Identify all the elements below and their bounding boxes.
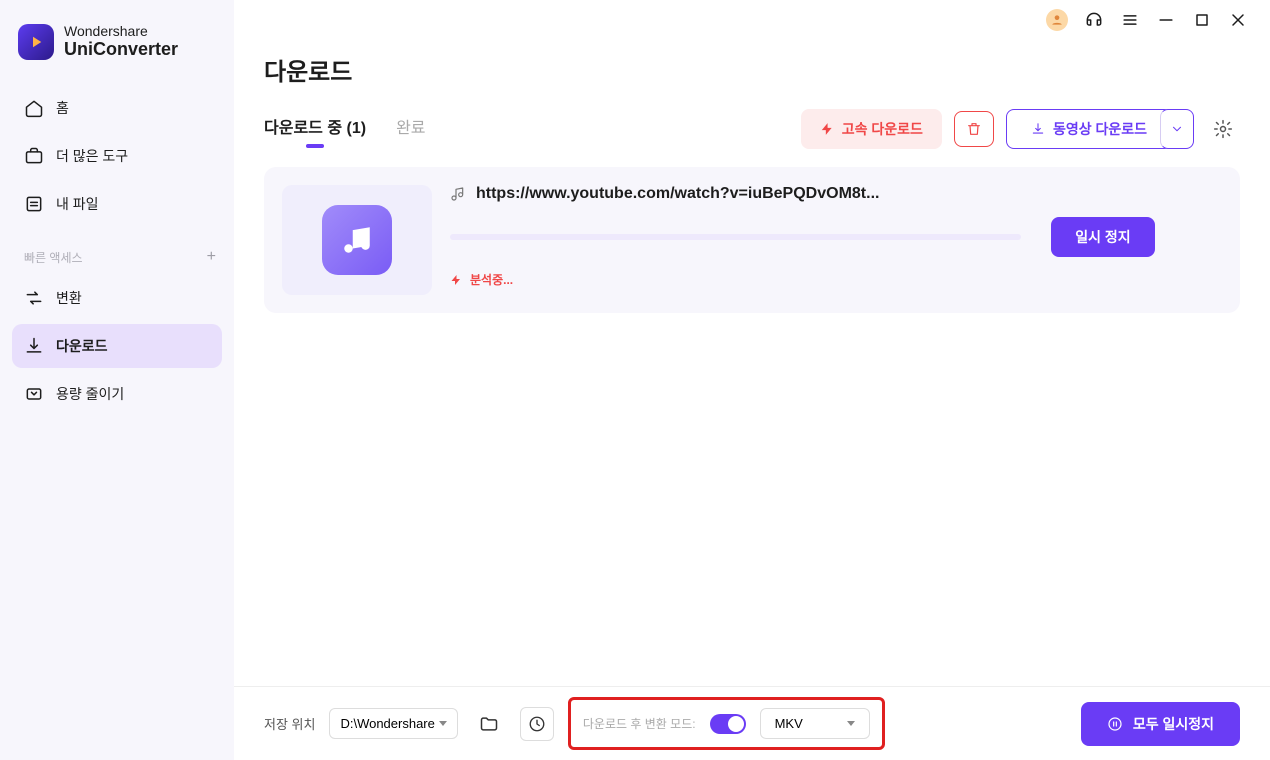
save-path-select[interactable]: D:\Wondershare	[329, 708, 457, 739]
item-status: 분석중...	[450, 271, 1222, 288]
sidebar-item-label: 용량 줄이기	[56, 384, 124, 404]
menu-icon[interactable]	[1120, 10, 1140, 30]
pause-all-label: 모두 일시정지	[1133, 714, 1214, 734]
tab-done-label: 완료	[396, 120, 425, 137]
sidebar-section-quick-access: 빠른 액세스 +	[0, 232, 234, 270]
sidebar-item-compress[interactable]: 용량 줄이기	[12, 372, 222, 416]
caret-down-icon	[847, 721, 855, 726]
brand-line1: Wondershare	[64, 24, 178, 39]
content: 다운로드 다운로드 중 (1) 완료 고속 다운로드	[234, 40, 1270, 686]
sidebar-item-label: 내 파일	[56, 194, 99, 214]
quick-access-label: 빠른 액세스	[24, 249, 83, 266]
pause-all-button[interactable]: 모두 일시정지	[1081, 702, 1240, 746]
lightning-small-icon	[450, 274, 462, 286]
item-url: https://www.youtube.com/watch?v=iuBePQDv…	[476, 185, 879, 203]
home-icon	[24, 98, 44, 118]
lightning-icon	[820, 122, 834, 136]
brand-text: Wondershare UniConverter	[64, 24, 178, 59]
toolbar-row: 다운로드 중 (1) 완료 고속 다운로드	[264, 109, 1240, 149]
actions: 고속 다운로드 동영상 다운로드	[801, 109, 1240, 149]
sidebar-item-home[interactable]: 홈	[12, 86, 222, 130]
brand: Wondershare UniConverter	[0, 16, 234, 80]
tab-done[interactable]: 완료	[396, 114, 425, 144]
schedule-button[interactable]	[520, 707, 554, 741]
sidebar-item-my-files[interactable]: 내 파일	[12, 182, 222, 226]
item-progress	[450, 234, 1021, 240]
fast-download-label: 고속 다운로드	[842, 119, 923, 139]
item-thumbnail	[282, 185, 432, 295]
item-body: https://www.youtube.com/watch?v=iuBePQDv…	[450, 185, 1222, 288]
convert-icon	[24, 288, 44, 308]
minimize-icon[interactable]	[1156, 10, 1176, 30]
save-path-value: D:\Wondershare	[340, 716, 434, 731]
close-icon[interactable]	[1228, 10, 1248, 30]
user-avatar-icon[interactable]	[1046, 9, 1068, 31]
video-download-label: 동영상 다운로드	[1053, 119, 1147, 139]
trash-icon	[966, 121, 982, 137]
music-icon	[322, 205, 392, 275]
item-status-text: 분석중...	[470, 271, 513, 288]
pause-item-button[interactable]: 일시 정지	[1051, 217, 1154, 257]
sidebar-item-label: 홈	[56, 98, 69, 118]
sidebar-nav-quick: 변환 다운로드 용량 줄이기	[0, 270, 234, 422]
open-folder-button[interactable]	[472, 707, 506, 741]
footer: 저장 위치 D:\Wondershare 다운로드 후 변환 모드: MKV	[234, 686, 1270, 760]
sidebar-item-label: 변환	[56, 288, 82, 308]
pause-icon	[1107, 716, 1123, 732]
add-quick-access-icon[interactable]: +	[207, 248, 216, 266]
tabs: 다운로드 중 (1) 완료	[264, 114, 426, 144]
support-icon[interactable]	[1084, 10, 1104, 30]
sidebar: Wondershare UniConverter 홈 더 많은 도구 내 파일 …	[0, 0, 234, 760]
tab-downloading-label: 다운로드 중	[264, 120, 342, 137]
brand-line2: UniConverter	[64, 40, 178, 60]
sidebar-item-download[interactable]: 다운로드	[12, 324, 222, 368]
sidebar-item-more-tools[interactable]: 더 많은 도구	[12, 134, 222, 178]
save-location-label: 저장 위치	[264, 714, 315, 733]
tab-downloading[interactable]: 다운로드 중 (1)	[264, 114, 366, 144]
delete-button[interactable]	[954, 111, 994, 147]
note-icon	[450, 186, 466, 202]
maximize-icon[interactable]	[1192, 10, 1212, 30]
download-icon	[24, 336, 44, 356]
tab-downloading-count: (1)	[347, 120, 367, 137]
clock-icon	[528, 715, 546, 733]
brand-logo-icon	[18, 24, 54, 60]
format-select[interactable]: MKV	[760, 708, 870, 739]
convert-mode-toggle[interactable]	[710, 714, 746, 734]
item-top: https://www.youtube.com/watch?v=iuBePQDv…	[450, 185, 1222, 203]
item-url-line: https://www.youtube.com/watch?v=iuBePQDv…	[450, 185, 879, 203]
convert-mode-highlight: 다운로드 후 변환 모드: MKV	[568, 697, 885, 750]
compress-icon	[24, 384, 44, 404]
caret-down-icon	[439, 721, 447, 726]
format-value: MKV	[775, 716, 803, 731]
chevron-down-icon	[1170, 122, 1184, 136]
sidebar-nav-main: 홈 더 많은 도구 내 파일	[0, 80, 234, 232]
video-download-dropdown[interactable]	[1160, 109, 1194, 149]
fast-download-button[interactable]: 고속 다운로드	[801, 109, 942, 149]
download-item: https://www.youtube.com/watch?v=iuBePQDv…	[264, 167, 1240, 313]
folder-icon	[479, 714, 499, 734]
files-icon	[24, 194, 44, 214]
sidebar-item-convert[interactable]: 변환	[12, 276, 222, 320]
sidebar-item-label: 더 많은 도구	[56, 146, 128, 166]
toolbox-icon	[24, 146, 44, 166]
main: 다운로드 다운로드 중 (1) 완료 고속 다운로드	[234, 0, 1270, 760]
convert-mode-label: 다운로드 후 변환 모드:	[583, 715, 696, 732]
page-title: 다운로드	[264, 52, 1240, 87]
gear-icon	[1213, 119, 1233, 139]
sidebar-item-label: 다운로드	[56, 336, 108, 356]
titlebar	[234, 0, 1270, 40]
settings-button[interactable]	[1206, 112, 1240, 146]
download-arrow-icon	[1031, 122, 1045, 136]
pause-item-label: 일시 정지	[1075, 229, 1130, 245]
video-download-button[interactable]: 동영상 다운로드	[1006, 109, 1172, 149]
